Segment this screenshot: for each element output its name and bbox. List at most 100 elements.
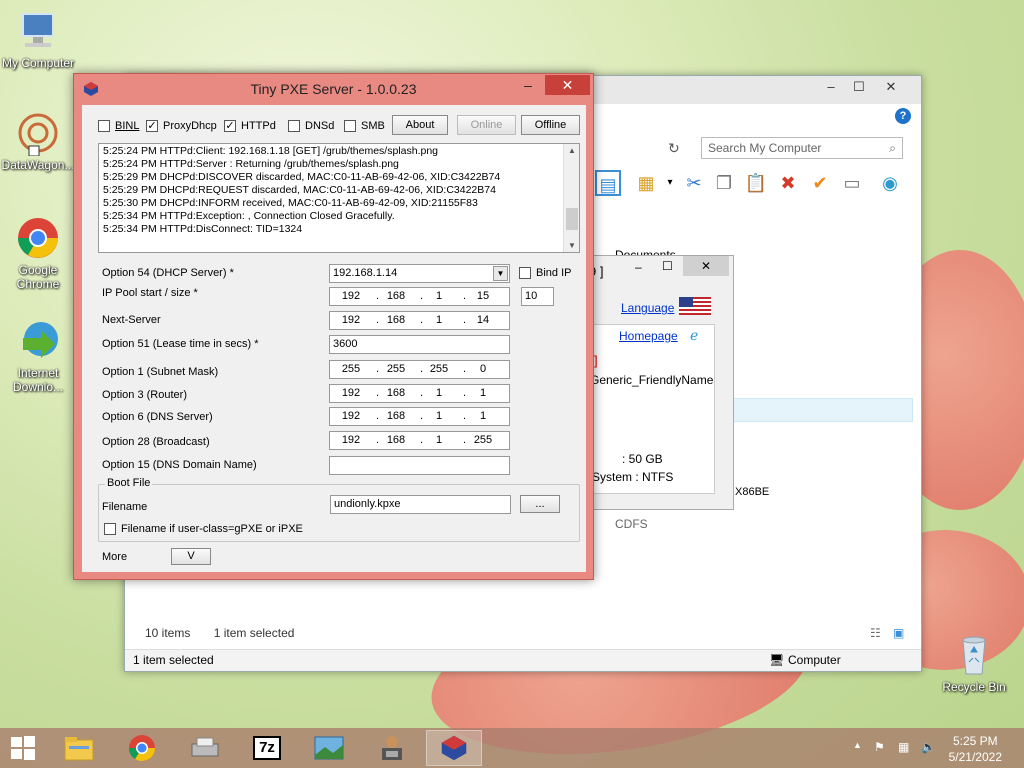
broadcast-ip-input[interactable]: 192. 168. 1. 255 — [329, 431, 510, 450]
minimize-button[interactable]: – — [635, 260, 642, 274]
items-count: 10 items — [145, 626, 191, 640]
ip-dot: . — [463, 387, 467, 399]
desktop-icon-idm[interactable]: Internet Downlo... — [0, 318, 76, 394]
properties-icon[interactable]: ▭ — [839, 170, 865, 196]
ip-dot: . — [420, 410, 424, 422]
next-server-ip-input[interactable]: 192. 168. 1. 14 — [329, 311, 510, 330]
online-button[interactable]: Online — [457, 115, 516, 135]
ie-icon[interactable]: ℯ — [690, 327, 698, 344]
bracket-text: ] — [594, 353, 598, 368]
search-input[interactable]: Search My Computer ⌕ — [701, 137, 903, 159]
pool-size-input[interactable]: 10 — [521, 287, 554, 306]
taskbar-photos[interactable] — [301, 730, 357, 766]
scroll-up-icon[interactable]: ▲ — [564, 146, 579, 155]
checkmark-icon[interactable]: ✓ — [146, 120, 158, 132]
tiny-pxe-window[interactable]: Tiny PXE Server - 1.0.0.23 – ✕ BINL ✓ Pro… — [73, 73, 594, 580]
desktop-icon-my-computer[interactable]: My Computer — [0, 8, 76, 70]
smb-checkbox[interactable]: SMB — [344, 120, 385, 132]
taskbar-7zip[interactable]: 7z — [239, 730, 295, 766]
log-scrollbar[interactable]: ▲ ▼ — [563, 144, 579, 252]
checkbox-box[interactable] — [288, 120, 300, 132]
desktop-icon-datawagon[interactable]: DataWagon... — [0, 110, 76, 172]
checkbox-box[interactable] — [344, 120, 356, 132]
folder-options-icon[interactable]: ▦ — [633, 170, 659, 196]
maximize-button[interactable]: ☐ — [662, 259, 673, 273]
proxydhcp-checkbox[interactable]: ✓ ProxyDhcp — [146, 120, 217, 132]
boot-file-group: Boot File Filename undionly.kpxe ... Fil… — [98, 477, 580, 542]
dns-domain-input[interactable] — [329, 456, 510, 475]
more-button[interactable]: V — [171, 548, 211, 565]
taskbar-scanner[interactable] — [177, 730, 233, 766]
help-icon[interactable]: ? — [895, 108, 911, 124]
taskbar-tiny-pxe[interactable] — [426, 730, 482, 766]
ip-octet: 1 — [435, 410, 443, 422]
pool-start-ip-input[interactable]: 192. 168. 1. 15 — [329, 287, 510, 306]
desktop-icon-recycle-bin[interactable]: Recycle Bin — [936, 632, 1012, 694]
refresh-icon[interactable]: ↻ — [668, 140, 680, 157]
chevron-up-icon[interactable]: ▲ — [853, 740, 862, 750]
dhcp-server-select[interactable]: 192.168.1.14 ▼ — [329, 264, 510, 283]
homepage-link[interactable]: Homepage — [619, 329, 678, 343]
large-icons-view-icon[interactable]: ▣ — [893, 626, 904, 640]
disk-info-window[interactable]: 9 ] – ☐ ✕ Language Homepage ℯ ] Generic_… — [582, 255, 734, 510]
about-button[interactable]: About — [392, 115, 448, 135]
desktop-icon-label: Internet Downlo... — [12, 366, 64, 394]
cut-icon[interactable]: ✂ — [681, 170, 707, 196]
volume-icon[interactable]: 🔈 — [921, 740, 936, 754]
delete-icon[interactable]: ✖ — [775, 170, 801, 196]
chevron-down-icon[interactable]: ▼ — [493, 266, 508, 281]
taskbar-chrome[interactable] — [114, 730, 170, 766]
dropdown-arrow-icon[interactable]: ▾ — [657, 170, 683, 196]
ip-octet: 255 — [386, 363, 406, 375]
selection-count: 1 item selected — [213, 626, 295, 640]
clock[interactable]: 5:25 PM 5/21/2022 — [949, 733, 1002, 765]
ip-octet: 1 — [479, 387, 487, 399]
desktop-icon-chrome[interactable]: Google Chrome — [0, 215, 76, 291]
ip-dot: . — [463, 410, 467, 422]
minimize-button[interactable]: – — [511, 75, 545, 95]
us-flag-icon[interactable] — [679, 297, 711, 315]
router-ip-input[interactable]: 192. 168. 1. 1 — [329, 384, 510, 403]
httpd-checkbox[interactable]: ✓ HTTPd — [224, 120, 276, 132]
binl-checkbox[interactable]: BINL — [98, 120, 139, 132]
dns-server-ip-input[interactable]: 192. 168. 1. 1 — [329, 407, 510, 426]
checkbox-box[interactable] — [98, 120, 110, 132]
copy-icon[interactable]: ❐ — [711, 170, 737, 196]
scroll-down-icon[interactable]: ▼ — [564, 241, 579, 250]
language-link[interactable]: Language — [621, 301, 674, 315]
close-button[interactable]: ✕ — [875, 76, 907, 98]
start-button[interactable] — [0, 730, 46, 766]
filename-input[interactable]: undionly.kpxe — [330, 495, 511, 514]
userclass-checkbox[interactable]: Filename if user-class=gPXE or iPXE — [104, 523, 303, 535]
ip-octet: 192 — [341, 410, 361, 422]
close-button[interactable]: ✕ — [545, 75, 590, 95]
binl-label: BINL — [115, 120, 140, 132]
disk-size-text: : 50 GB — [622, 452, 663, 466]
checkbox-box[interactable] — [104, 523, 116, 535]
dnsd-checkbox[interactable]: DNSd — [288, 120, 334, 132]
checkmark-icon[interactable]: ✓ — [224, 120, 236, 132]
preview-pane-icon[interactable]: ▤ — [595, 170, 621, 196]
paste-icon[interactable]: 📋 — [743, 170, 769, 196]
subnet-mask-input[interactable]: 255. 255. 255. 0 — [329, 360, 510, 379]
details-view-icon[interactable]: ☷ — [870, 626, 881, 640]
checkmark-icon[interactable]: ✔ — [807, 170, 833, 196]
action-center-icon[interactable]: ⚑ — [874, 740, 885, 754]
log-line: 5:25:29 PM DHCPd:REQUEST discarded, MAC:… — [103, 184, 496, 196]
taskbar-tool[interactable] — [364, 730, 420, 766]
lease-time-input[interactable]: 3600 — [329, 335, 510, 354]
bind-ip-checkbox[interactable]: Bind IP — [519, 267, 571, 279]
ip-octet: 1 — [435, 314, 443, 326]
scroll-thumb[interactable] — [566, 208, 578, 230]
taskbar-explorer[interactable] — [51, 730, 107, 766]
offline-button[interactable]: Offline — [521, 115, 580, 135]
network-icon[interactable]: ▦ — [898, 740, 909, 754]
close-button[interactable]: ✕ — [683, 256, 729, 276]
bind-ip-label: Bind IP — [536, 267, 572, 279]
log-output[interactable]: 5:25:24 PM HTTPd:Client: 192.168.1.18 [G… — [98, 143, 580, 253]
disk-info-panel: Homepage ℯ ] Generic_FriendlyName : 50 G… — [585, 324, 715, 494]
maximize-button[interactable]: ☐ — [843, 76, 875, 98]
network-icon[interactable]: ◉ — [877, 170, 903, 196]
checkbox-box[interactable] — [519, 267, 531, 279]
browse-button[interactable]: ... — [520, 495, 560, 513]
